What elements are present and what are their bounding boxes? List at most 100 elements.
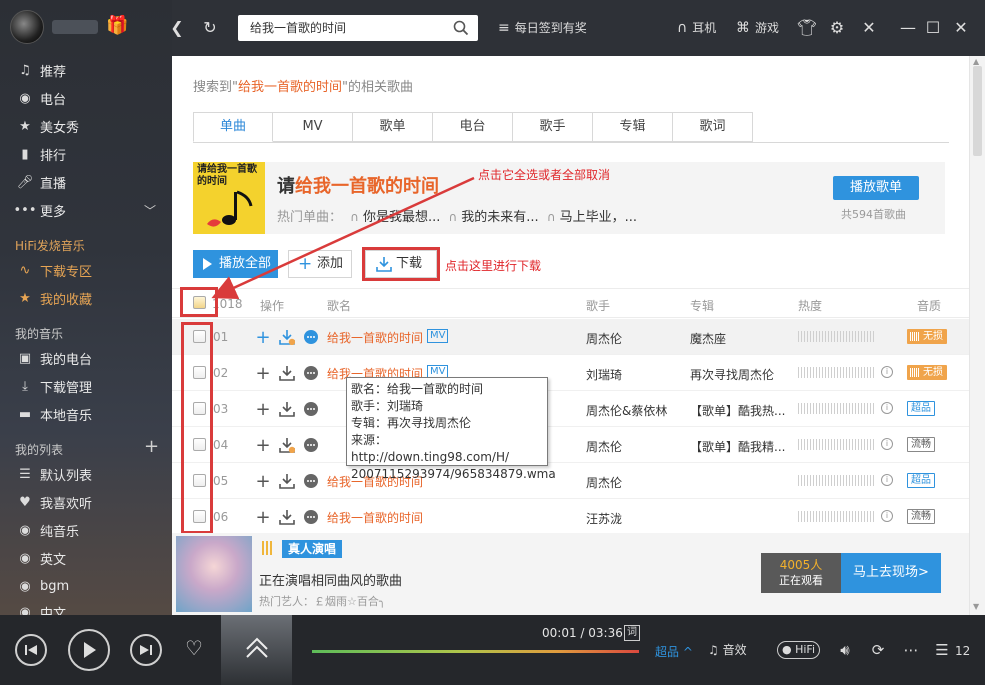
top-bar: ❮ ↻ 给我一首歌的时间 ≡ 每日签到有奖 ∩ 耳机 ⌘ 游戏 👕︎ ⚙ ✕ — ☐ … xyxy=(170,0,985,56)
hifi-toggle[interactable]: ● HiFi xyxy=(777,641,821,659)
sidebar-item-label: 我的收藏 xyxy=(40,292,93,308)
sidebar-item-recommend[interactable]: ♫ 推荐 xyxy=(0,58,172,82)
tooltip-source: 来源：http://down.ting98.com/H/ xyxy=(351,433,510,464)
hifi-label: HiFi xyxy=(795,643,816,656)
sidebar-item-label: 下载管理 xyxy=(40,380,93,396)
play-button[interactable] xyxy=(68,629,110,671)
sidebar-item-default-list[interactable]: ☰ 默认列表 xyxy=(0,462,172,486)
scrollbar[interactable]: ▲ ▼ xyxy=(969,56,985,615)
microphone-icon: 🎤︎ xyxy=(16,174,34,190)
previous-icon xyxy=(25,645,37,655)
sidebar-item-local-music[interactable]: ▬ 本地音乐 xyxy=(0,402,172,426)
heart-icon: ♥ xyxy=(19,494,31,510)
gear-icon[interactable]: ⚙ xyxy=(826,16,848,38)
quality-label: 超品 xyxy=(655,645,680,659)
scroll-up-icon[interactable]: ▲ xyxy=(973,57,979,66)
radio-icon: ▣ xyxy=(18,350,32,366)
minimize-icon[interactable]: — xyxy=(897,16,919,38)
sidebar-item-label: 纯音乐 xyxy=(40,524,80,540)
section-hifi: HiFi发烧音乐 xyxy=(15,239,85,253)
progress-bar[interactable] xyxy=(312,650,639,653)
close-icon[interactable]: ✕ xyxy=(950,16,972,38)
mini-mode-icon[interactable]: ✕ xyxy=(858,16,880,38)
skin-icon[interactable]: 👕︎ xyxy=(796,16,818,38)
sidebar-item-favorites[interactable]: ♥ 我喜欢听 xyxy=(0,490,172,514)
sidebar-item-label: 我的电台 xyxy=(40,352,93,368)
live-performer-avatar[interactable] xyxy=(176,536,252,612)
sidebar-item-label: 更多 xyxy=(40,204,67,220)
play-icon xyxy=(84,642,96,658)
tooltip-source-cont: 2007115293974/965834879.wma xyxy=(351,467,556,481)
sound-effect-button[interactable]: ♫ 音效 xyxy=(708,641,747,658)
lyrics-button[interactable]: 词 xyxy=(624,625,640,641)
sidebar-item-download-manager[interactable]: ⤓ 下载管理 xyxy=(0,374,172,398)
tooltip-album: 专辑：再次寻找周杰伦 xyxy=(351,416,472,430)
coins-icon: ≡ xyxy=(498,19,510,36)
volume-icon[interactable]: 🔊︎ xyxy=(835,640,855,660)
music-note-icon: ♫ xyxy=(708,643,723,657)
waveform-icon: ∿ xyxy=(19,262,31,278)
disc-icon: ◉ xyxy=(19,578,31,594)
add-list-icon[interactable]: + xyxy=(144,436,159,457)
back-icon[interactable]: ❮ xyxy=(166,16,188,38)
live-badge: 真人演唱 xyxy=(282,540,343,558)
live-artists[interactable]: 热门艺人：￡烟雨☆百合╮ xyxy=(259,593,385,609)
sidebar-item-live[interactable]: 🎤︎ 直播 xyxy=(0,170,172,194)
go-live-button[interactable]: 马上去现场> xyxy=(841,553,941,593)
disc-icon: ◉ xyxy=(19,522,31,538)
scroll-down-icon[interactable]: ▼ xyxy=(973,602,979,611)
sidebar-item-label: 本地音乐 xyxy=(40,408,93,424)
search-input[interactable]: 给我一首歌的时间 xyxy=(238,15,478,41)
more-dots-icon: ••• xyxy=(13,202,37,218)
heart-icon[interactable]: ♡ xyxy=(184,636,204,660)
sidebar-item-bgm[interactable]: ◉ bgm xyxy=(0,574,172,598)
viewer-number: 4005人 xyxy=(779,558,823,572)
sidebar-item-download-zone[interactable]: ∿ 下载专区 xyxy=(0,258,172,282)
refresh-icon[interactable]: ↻ xyxy=(199,16,221,38)
now-playing-cover[interactable] xyxy=(221,615,292,685)
toggle-dot-icon: ● xyxy=(782,643,796,656)
earphone-link[interactable]: ∩ 耳机 xyxy=(677,19,716,36)
maximize-icon[interactable]: ☐ xyxy=(922,16,944,38)
playlist-count: 12 xyxy=(955,644,971,658)
sidebar-item-ranking[interactable]: ▮ 排行 xyxy=(0,142,172,166)
sidebar-item-my-radio[interactable]: ▣ 我的电台 xyxy=(0,346,172,370)
repeat-icon[interactable]: ⟳ xyxy=(868,640,888,660)
sidebar-item-more[interactable]: ••• 更多 ﹀ xyxy=(0,198,172,222)
gift-icon[interactable]: 🎁 xyxy=(106,15,128,37)
more-options-icon[interactable]: ⋯ xyxy=(901,640,921,660)
sidebar-item-label: 电台 xyxy=(40,92,67,108)
list-icon: ☰ xyxy=(19,466,31,482)
previous-button[interactable] xyxy=(15,634,47,666)
search-icon[interactable] xyxy=(452,19,470,37)
download-icon: ⤓ xyxy=(22,378,28,394)
game-link[interactable]: ⌘ 游戏 xyxy=(736,19,779,36)
avatar[interactable] xyxy=(10,10,44,44)
chevron-down-icon: ﹀ xyxy=(143,204,156,218)
sidebar-item-beauty-show[interactable]: ★ 美女秀 xyxy=(0,114,172,138)
game-label: 游戏 xyxy=(755,21,780,35)
tooltip-singer: 歌手：刘瑞琦 xyxy=(351,399,424,413)
playlist-icon[interactable]: ☰ xyxy=(932,640,952,660)
main-content: 搜索到"给我一首歌的时间"的相关歌曲 单曲 MV 歌单 电台 歌手 专辑 歌词 … xyxy=(172,56,969,533)
quality-selector[interactable]: 超品 ^ xyxy=(655,643,693,660)
effect-label: 音效 xyxy=(722,643,747,657)
sidebar-item-pure-music[interactable]: ◉ 纯音乐 xyxy=(0,518,172,542)
next-button[interactable] xyxy=(130,634,162,666)
disc-icon: ◉ xyxy=(19,604,31,616)
gamepad-icon: ⌘ xyxy=(736,19,750,36)
sidebar-item-label: 英文 xyxy=(40,552,67,568)
sidebar-item-label: 美女秀 xyxy=(40,120,80,136)
sidebar-item-chinese[interactable]: ◉ 中文 xyxy=(0,600,172,616)
sidebar-item-my-collection[interactable]: ★ 我的收藏 xyxy=(0,286,172,310)
sidebar-item-radio[interactable]: ◉ 电台 xyxy=(0,86,172,110)
headphones-icon: ∩ xyxy=(677,19,688,36)
star-icon: ★ xyxy=(19,118,31,134)
monitor-icon: ▬ xyxy=(18,406,32,422)
earphone-label: 耳机 xyxy=(692,21,717,35)
sidebar-item-label: 推荐 xyxy=(40,64,67,80)
sidebar-item-english[interactable]: ◉ 英文 xyxy=(0,546,172,570)
scrollbar-thumb[interactable] xyxy=(973,66,982,156)
checkin-link[interactable]: ≡ 每日签到有奖 xyxy=(498,19,587,36)
username-blurred xyxy=(52,20,98,34)
